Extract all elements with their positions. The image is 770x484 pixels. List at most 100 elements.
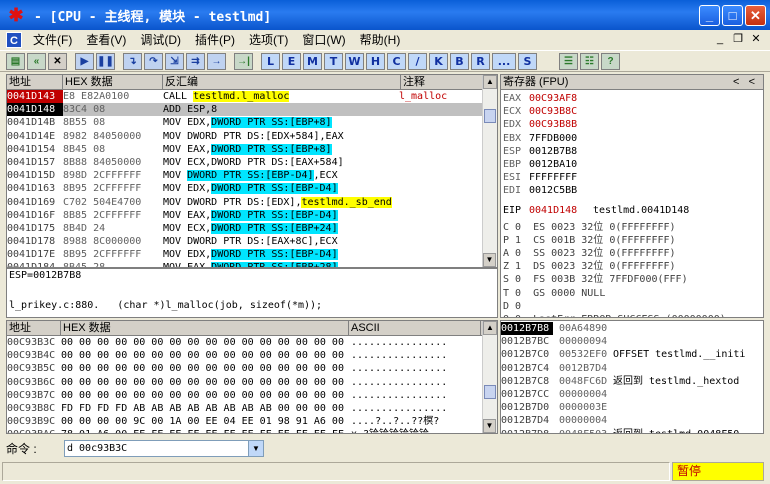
table-row[interactable]: 0041D14E 8982 84050000 MOV DWORD PTR DS:[E… — [7, 130, 497, 143]
dump-address[interactable]: 00C93BAC — [7, 428, 61, 433]
dump-address[interactable]: 00C93B8C — [7, 402, 61, 415]
command-dropdown-icon[interactable]: ▼ — [248, 440, 263, 456]
dump-scroll-down-icon[interactable]: ▼ — [483, 419, 496, 433]
stack-address[interactable]: 0012B7C0 — [501, 348, 553, 361]
register-value[interactable]: 00C93B8B — [529, 118, 577, 131]
pause-icon[interactable]: ❚❚ — [96, 52, 115, 70]
menu-options[interactable]: 选项(T) — [242, 30, 295, 50]
patches-window-button[interactable]: / — [408, 52, 427, 70]
dump-hex[interactable]: 78 01 A6 00 EE FE EE FE EE FE EE FE EE F… — [61, 428, 351, 433]
dump-address[interactable]: 00C93B7C — [7, 389, 61, 402]
register-value[interactable]: 00C93AF8 — [529, 92, 577, 105]
row-address[interactable]: 0041D175 — [7, 222, 63, 235]
table-row[interactable]: 0041D15D 898D 2CFFFFFF MOV DWORD PTR SS:[E… — [7, 169, 497, 182]
stack-address[interactable]: 0012B7D0 — [501, 401, 553, 414]
register-row[interactable]: ESI FFFFFFFF — [503, 171, 763, 184]
row-disasm[interactable]: MOV DWORD PTR DS:[EDX+584],EAX — [163, 130, 399, 143]
menu-help[interactable]: 帮助(H) — [353, 30, 408, 50]
row-disasm[interactable]: CALL testlmd.l_malloc — [163, 90, 399, 103]
row-disasm[interactable]: MOV EAX,DWORD PTR SS:[EBP+8] — [163, 143, 399, 156]
stack-pane[interactable]: 0012B7B8 00A64890 0012B7BC 00000094 0012B7C0… — [500, 320, 764, 434]
stack-row[interactable]: 0012B7B8 00A64890 — [501, 322, 763, 336]
stack-row[interactable]: 0012B7CC 00000004 — [501, 388, 763, 401]
flag-row[interactable]: P 1 CS 001B 32位 0(FFFFFFFF) — [503, 234, 763, 247]
flag-row[interactable]: S 0 FS 003B 32位 7FFDF000(FFF) — [503, 273, 763, 286]
dump-row[interactable]: 00C93B8C FD FD FD FD AB AB AB AB AB AB AB… — [7, 402, 497, 415]
col-address[interactable]: 地址 — [7, 75, 63, 89]
register-row[interactable]: ESP 0012B7B8 — [503, 145, 763, 158]
dump-hex[interactable]: 00 00 00 00 00 00 00 00 00 00 00 00 00 0… — [61, 376, 351, 389]
dump-hex[interactable]: 00 00 00 00 00 00 00 00 00 00 00 00 00 0… — [61, 349, 351, 362]
register-value[interactable]: 0012BA10 — [529, 158, 577, 171]
dump-hex[interactable]: FD FD FD FD AB AB AB AB AB AB AB AB 00 0… — [61, 402, 351, 415]
flag-row[interactable]: O 0 LastErr ERROR_SUCCESS (00000000) — [503, 313, 763, 317]
stack-address[interactable]: 0012B7CC — [501, 388, 553, 401]
register-row[interactable]: EAX 00C93AF8 — [503, 92, 763, 105]
row-address[interactable]: 0041D157 — [7, 156, 63, 169]
mdi-close-icon[interactable]: ✕ — [748, 32, 764, 47]
threads-window-button[interactable]: T — [324, 52, 343, 70]
menu-plugins[interactable]: 插件(P) — [188, 30, 242, 50]
breakpoints-window-button[interactable]: B — [450, 52, 469, 70]
col-hex[interactable]: HEX 数据 — [63, 75, 163, 89]
table-row[interactable]: 0041D17E 8B95 2CFFFFFF MOV EDX,DWORD PTR S… — [7, 248, 497, 261]
stack-address[interactable]: 0012B7C8 — [501, 375, 553, 388]
register-row[interactable]: EDX 00C93B8B — [503, 118, 763, 131]
table-row[interactable]: 0041D178 8988 8C000000 MOV DWORD PTR DS:[E… — [7, 235, 497, 248]
table-row[interactable]: 0041D14B 8B55 08 MOV EDX,DWORD PTR SS:[EBP… — [7, 116, 497, 129]
cpu-window-button[interactable]: C — [387, 52, 406, 70]
stack-address[interactable]: 0012B7BC — [501, 335, 553, 348]
row-disasm[interactable]: MOV DWORD PTR DS:[EDX],testlmd._sb_end — [163, 196, 399, 209]
flag-row[interactable]: A 0 SS 0023 32位 0(FFFFFFFF) — [503, 247, 763, 260]
register-value[interactable]: 00C93B8C — [529, 105, 577, 118]
menu-file[interactable]: 文件(F) — [26, 30, 79, 50]
step-into-icon[interactable]: ↴ — [123, 52, 142, 70]
stack-row[interactable]: 0012B7C4 0012B7D4 — [501, 362, 763, 375]
handles-window-button[interactable]: H — [366, 52, 385, 70]
dump-row[interactable]: 00C93B7C 00 00 00 00 00 00 00 00 00 00 00… — [7, 389, 497, 402]
dump-rows[interactable]: 00C93B3C 00 00 00 00 00 00 00 00 00 00 00… — [7, 336, 497, 433]
register-value[interactable]: FFFFFFFF — [529, 171, 577, 184]
row-disasm[interactable]: MOV EDX,DWORD PTR SS:[EBP-D4] — [163, 248, 399, 261]
table-row[interactable]: 0041D143 E8 E82A0100 CALL testlmd.l_malloc… — [7, 90, 497, 104]
stack-address[interactable]: 0012B7D8 — [501, 428, 553, 434]
row-address[interactable]: 0041D163 — [7, 182, 63, 195]
dump-row[interactable]: 00C93B4C 00 00 00 00 00 00 00 00 00 00 00… — [7, 349, 497, 362]
stack-address[interactable]: 0012B7D4 — [501, 414, 553, 427]
close-button[interactable]: ✕ — [745, 5, 766, 26]
stack-row[interactable]: 0012B7D8 0048F503 返回到 testlmd.0048F50 — [501, 428, 763, 434]
row-disasm[interactable]: MOV DWORD PTR DS:[EAX+8C],ECX — [163, 235, 399, 248]
mdi-restore-icon[interactable]: ❐ — [730, 32, 746, 47]
menu-debug[interactable]: 调试(D) — [133, 30, 188, 50]
disassembly-pane[interactable]: 地址 HEX 数据 反汇编 注释 0041D143 E8 E82A0100 CALL… — [6, 74, 498, 268]
open-icon[interactable]: ▤ — [6, 52, 25, 70]
flag-row[interactable]: Z 1 DS 0023 32位 0(FFFFFFFF) — [503, 260, 763, 273]
dump-address[interactable]: 00C93B5C — [7, 362, 61, 375]
dump-address[interactable]: 00C93B4C — [7, 349, 61, 362]
table-row[interactable]: 0041D154 8B45 08 MOV EAX,DWORD PTR SS:[EBP… — [7, 143, 497, 156]
stack-address[interactable]: 0012B7C4 — [501, 362, 553, 375]
dump-row[interactable]: 00C93B5C 00 00 00 00 00 00 00 00 00 00 00… — [7, 362, 497, 375]
eip-value[interactable]: 0041D148 — [529, 204, 593, 217]
dump-address[interactable]: 00C93B3C — [7, 336, 61, 349]
stack-row[interactable]: 0012B7C8 0048FC6D 返回到 testlmd._hextod — [501, 375, 763, 388]
row-address[interactable]: 0041D16F — [7, 209, 63, 222]
trace-over-icon[interactable]: ⇉ — [186, 52, 205, 70]
register-row[interactable]: EBP 0012BA10 — [503, 158, 763, 171]
dump-address[interactable]: 00C93B6C — [7, 376, 61, 389]
row-disasm[interactable]: MOV DWORD PTR SS:[EBP-D4],ECX — [163, 169, 399, 182]
dump-row[interactable]: 00C93BAC78 01 A6 00 EE FE EE FE EE FE EE… — [7, 428, 497, 433]
register-row[interactable]: EBX 7FFDB000 — [503, 132, 763, 145]
table-row[interactable]: 0041D169 C702 504E4700 MOV DWORD PTR DS:[E… — [7, 196, 497, 209]
log-window-button[interactable]: L — [261, 52, 280, 70]
table-row[interactable]: 0041D16F 8B85 2CFFFFFF MOV EAX,DWORD PTR S… — [7, 209, 497, 222]
command-value[interactable]: d 00c93B3C — [65, 443, 248, 454]
row-address[interactable]: 0041D169 — [7, 196, 63, 209]
dump-row[interactable]: 00C93B3C 00 00 00 00 00 00 00 00 00 00 00… — [7, 336, 497, 349]
row-address[interactable]: 0041D15D — [7, 169, 63, 182]
row-disasm[interactable]: MOV EDX,DWORD PTR SS:[EBP-D4] — [163, 182, 399, 195]
modules-window-button[interactable]: E — [282, 52, 301, 70]
row-address[interactable]: 0041D148 — [7, 103, 63, 117]
register-nav-icon[interactable]: < < — [723, 75, 763, 89]
stack-row[interactable]: 0012B7C0 00532EF0 OFFSET testlmd.__initi — [501, 348, 763, 361]
